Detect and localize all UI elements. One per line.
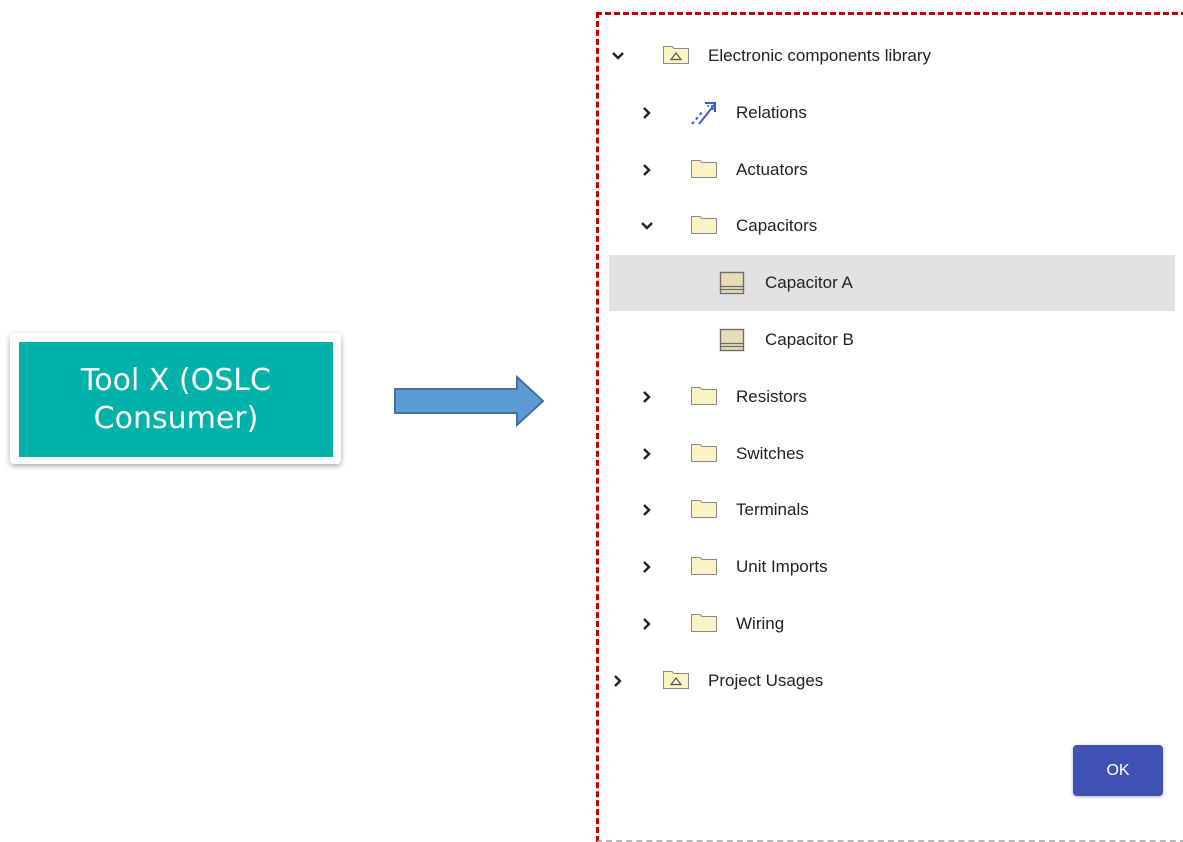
ok-button[interactable]: OK xyxy=(1073,745,1163,796)
right-arrow-icon xyxy=(394,375,545,427)
relations-icon xyxy=(690,99,718,132)
tree-item-relations[interactable]: Relations xyxy=(609,85,1175,141)
tree-item-unit-imports[interactable]: Unit Imports xyxy=(609,539,1175,595)
tree-item-capacitor-b[interactable]: Capacitor B xyxy=(609,312,1175,368)
folder-icon xyxy=(690,157,718,184)
tree-item-label: Capacitors xyxy=(736,216,818,235)
chevron-right-icon[interactable] xyxy=(637,160,657,180)
tree-item-capacitor-a[interactable]: Capacitor A xyxy=(609,255,1175,311)
folder-icon xyxy=(690,554,718,581)
tree-item-label: Actuators xyxy=(736,160,808,179)
tree-item-label: Capacitor A xyxy=(765,273,853,292)
tree-item-wiring[interactable]: Wiring xyxy=(609,596,1175,652)
folder-icon xyxy=(690,213,718,240)
chevron-right-icon[interactable] xyxy=(608,671,628,691)
folder-icon xyxy=(690,441,718,468)
tree-item-project-usages[interactable]: Project Usages xyxy=(609,653,1175,709)
package-icon xyxy=(662,668,690,695)
tool-x-label: Tool X (OSLC Consumer) xyxy=(19,342,333,457)
package-icon xyxy=(662,43,690,70)
tool-x-card: Tool X (OSLC Consumer) xyxy=(10,333,341,464)
tree-item-capacitors[interactable]: Capacitors xyxy=(609,198,1175,254)
tree-item-terminals[interactable]: Terminals xyxy=(609,482,1175,538)
tree-item-label: Terminals xyxy=(736,500,809,519)
folder-icon xyxy=(690,497,718,524)
folder-icon xyxy=(690,384,718,411)
chevron-right-icon[interactable] xyxy=(637,614,657,634)
tree-item-label: Resistors xyxy=(736,387,807,406)
chevron-right-icon[interactable] xyxy=(637,444,657,464)
tree-item-resistors[interactable]: Resistors xyxy=(609,369,1175,425)
tree-item-actuators[interactable]: Actuators xyxy=(609,142,1175,198)
tree-item-label: Switches xyxy=(736,444,805,463)
tree-item-label: Electronic components library xyxy=(708,46,931,65)
folder-icon xyxy=(690,611,718,638)
chevron-right-icon[interactable] xyxy=(637,387,657,407)
component-icon xyxy=(719,327,745,358)
chevron-down-icon[interactable] xyxy=(608,46,628,66)
tree-item-switches[interactable]: Switches xyxy=(609,426,1175,482)
component-icon xyxy=(719,270,745,301)
tree-item-electronic-components-library[interactable]: Electronic components library xyxy=(609,28,1175,84)
chevron-right-icon[interactable] xyxy=(637,103,657,123)
tree-item-label: Capacitor B xyxy=(765,330,854,349)
chevron-down-icon[interactable] xyxy=(637,216,657,236)
tree-item-label: Wiring xyxy=(736,614,785,633)
chevron-right-icon[interactable] xyxy=(637,500,657,520)
chevron-right-icon[interactable] xyxy=(637,557,657,577)
tree-item-label: Relations xyxy=(736,103,807,122)
tree-item-label: Unit Imports xyxy=(736,557,828,576)
tree-item-label: Project Usages xyxy=(708,671,824,690)
